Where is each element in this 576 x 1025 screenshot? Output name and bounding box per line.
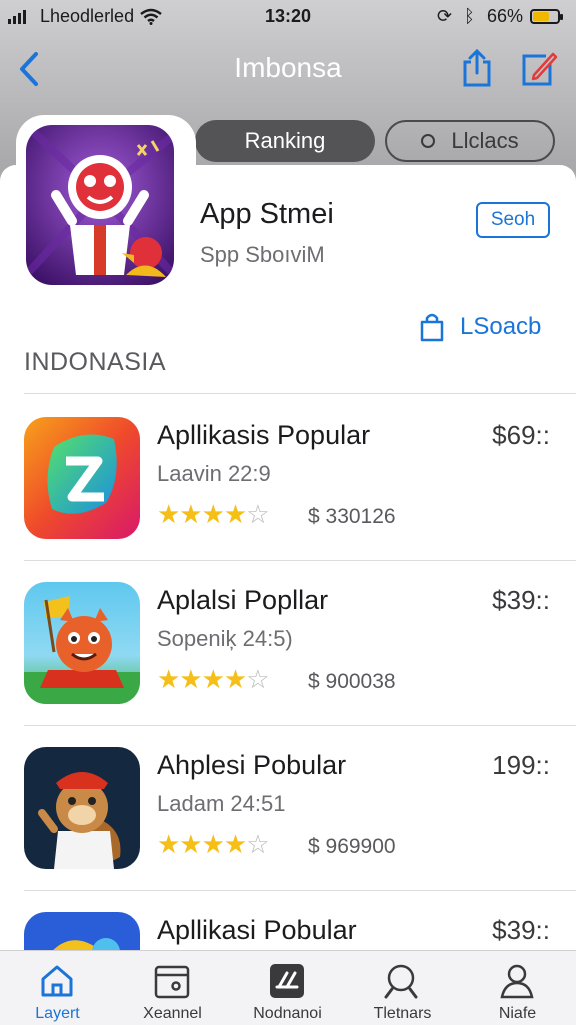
app-subtitle: Sopeniķ 24:5): [157, 626, 293, 651]
app-title: Aplalsi Popllar: [157, 585, 329, 615]
tab-secondary[interactable]: Llclacs: [385, 120, 555, 162]
price-button[interactable]: $39::: [492, 585, 550, 616]
calendar-icon: [154, 965, 190, 999]
list-item[interactable]: Aplalsi Popllar Sopeniķ 24:5) ★★★★☆ $ 90…: [0, 560, 576, 725]
list-item[interactable]: Ahplesi Pobular Ladam 24:51 ★★★★☆ $ 9699…: [0, 725, 576, 890]
person-icon: [500, 964, 534, 999]
rating-count: $ 900038: [308, 670, 396, 693]
circle-icon: [421, 134, 436, 148]
tab-secondary-label: Llclacs: [451, 128, 519, 153]
list-item[interactable]: Apllikasi Pobular $39::: [0, 890, 576, 950]
empty-star: ☆: [246, 499, 269, 529]
app-title: Ahplesi Pobular: [157, 750, 347, 780]
featured-app-icon[interactable]: [26, 125, 174, 285]
featured-search-button[interactable]: Seoh: [476, 202, 550, 238]
tab-label: Layert: [35, 1005, 80, 1022]
app-subtitle: Ladam 24:51: [157, 791, 286, 816]
tab-ranking[interactable]: Ranking: [195, 120, 375, 162]
featured-link-label: LSoacb: [460, 313, 542, 340]
tab-bar: Layert Xeannel Nodnanoi Tletnars Niafe: [0, 950, 576, 1025]
empty-star: ☆: [246, 664, 269, 694]
apps-icon: [270, 964, 304, 998]
bluetooth-icon: ᛒ: [464, 6, 475, 26]
price-button[interactable]: $39::: [492, 915, 550, 946]
app-subtitle: Laavin 22:9: [157, 461, 271, 486]
app-icon: [24, 582, 140, 704]
tab-label: Nodnanoi: [253, 1005, 322, 1022]
tab-nodnanoi[interactable]: Nodnanoi: [230, 951, 345, 1025]
featured-link[interactable]: LSoacb: [418, 310, 541, 344]
star-rating: ★★★★☆: [157, 829, 270, 860]
tab-niafe[interactable]: Niafe: [460, 951, 575, 1025]
battery-percent: 66%: [487, 6, 524, 26]
compose-icon[interactable]: [520, 48, 558, 88]
app-title: Apllikasi Pobular: [157, 915, 357, 945]
filled-stars: ★★★★: [157, 664, 247, 694]
bag-icon: [420, 313, 444, 342]
home-icon: [41, 965, 73, 997]
divider: [24, 393, 576, 394]
star-rating: ★★★★☆: [157, 499, 270, 530]
rating-count: $ 969900: [308, 835, 396, 858]
price-button[interactable]: 199::: [492, 750, 550, 781]
app-icon: [24, 747, 140, 869]
filled-stars: ★★★★: [157, 499, 247, 529]
tab-xeannel[interactable]: Xeannel: [115, 951, 230, 1025]
app-title: Apllikasis Popular: [157, 420, 371, 450]
price-button[interactable]: $69::: [492, 420, 550, 451]
tab-label: Xeannel: [143, 1005, 202, 1022]
filled-stars: ★★★★: [157, 829, 247, 859]
rating-count: $ 330126: [308, 505, 396, 528]
app-icon: [24, 417, 140, 539]
tab-tletnars[interactable]: Tletnars: [345, 951, 460, 1025]
tab-label: Tletnars: [373, 1005, 432, 1022]
list-item[interactable]: Apllikasis Popular Laavin 22:9 ★★★★☆ $ 3…: [0, 395, 576, 560]
empty-star: ☆: [246, 829, 269, 859]
featured-app-subtitle: Spp SboıviM: [200, 242, 325, 267]
app-icon: [24, 912, 140, 950]
alarm-icon: ⟳: [437, 6, 453, 26]
search-icon: [384, 964, 418, 999]
battery-icon: [530, 9, 563, 24]
featured-app-title: App Stmei: [200, 198, 334, 230]
status-bar: Lheodlerled 13:20 ⟳ ᛒ 66%: [0, 6, 576, 28]
section-title: INDONASIA: [24, 348, 167, 376]
share-icon[interactable]: [460, 48, 494, 88]
tab-layert[interactable]: Layert: [0, 951, 115, 1025]
star-rating: ★★★★☆: [157, 664, 270, 695]
tab-label: Niafe: [498, 1005, 537, 1022]
